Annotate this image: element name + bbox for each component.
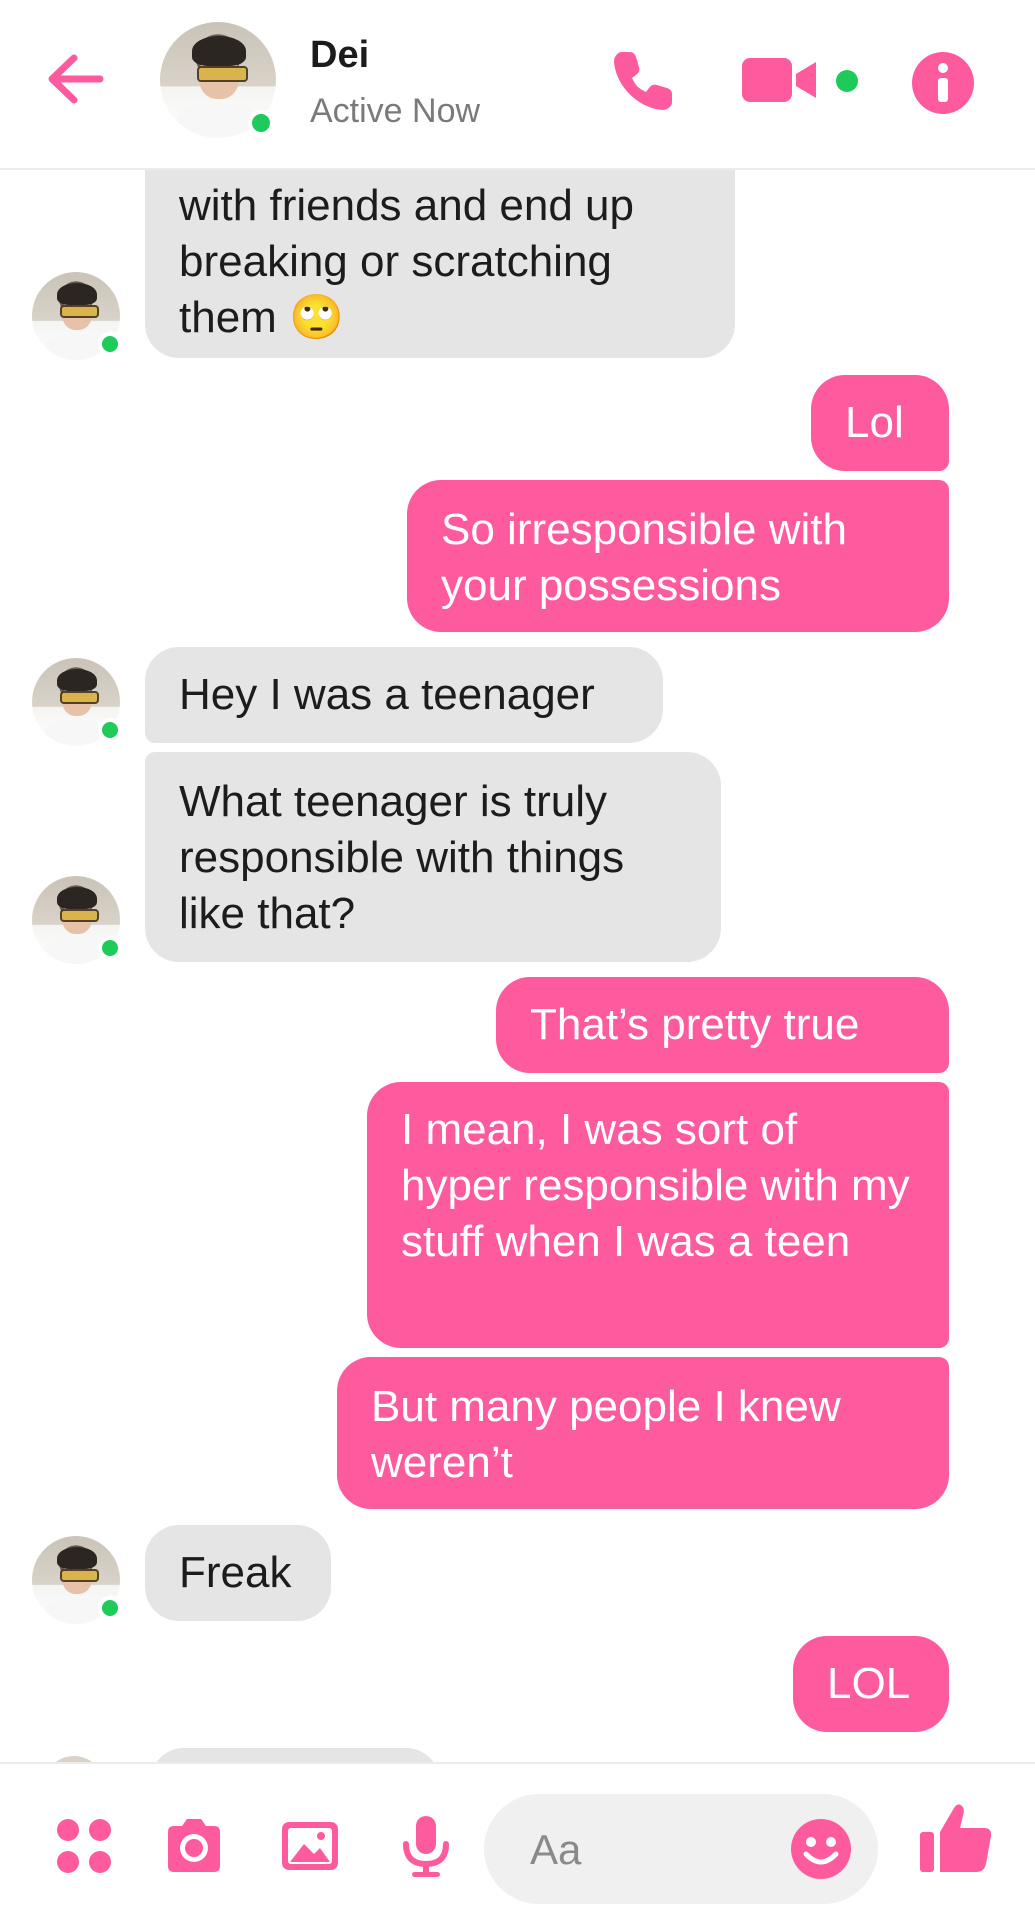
video-camera-icon[interactable] (742, 52, 818, 108)
video-active-dot (836, 70, 858, 92)
phone-icon[interactable] (608, 46, 678, 116)
incoming-message[interactable]: with friends and end up breaking or scra… (145, 140, 735, 358)
contact-avatar-small[interactable] (32, 272, 122, 360)
online-indicator (98, 718, 122, 742)
outgoing-message[interactable]: So irresponsible with your possessions (407, 480, 949, 632)
contact-name[interactable]: Dei (310, 34, 369, 77)
outgoing-message[interactable]: But many people I knew weren’t (337, 1357, 949, 1509)
incoming-message[interactable]: Hey I was a teenager (145, 647, 663, 743)
camera-icon[interactable] (162, 1814, 226, 1878)
four-dots-icon[interactable] (52, 1814, 116, 1878)
message-input[interactable] (528, 1820, 762, 1880)
incoming-message[interactable]: Freak (145, 1525, 331, 1621)
online-indicator (248, 110, 274, 136)
outgoing-message[interactable]: That’s pretty true (496, 977, 949, 1073)
message-input-container[interactable] (484, 1794, 878, 1904)
online-indicator (98, 332, 122, 356)
back-arrow-icon[interactable] (40, 44, 110, 114)
image-icon[interactable] (278, 1814, 342, 1878)
contact-avatar-small[interactable] (32, 1536, 122, 1624)
outgoing-message[interactable]: LOL (793, 1636, 949, 1732)
outgoing-message[interactable]: Lol (811, 375, 949, 471)
incoming-message[interactable]: What teenager is truly responsible with … (145, 752, 721, 962)
chat-header: Dei Active Now (0, 0, 1035, 170)
outgoing-message[interactable]: I mean, I was sort of hyper responsible … (367, 1082, 949, 1348)
smiley-icon[interactable] (790, 1818, 852, 1880)
contact-avatar-small[interactable] (32, 876, 122, 964)
contact-avatar-small[interactable] (32, 658, 122, 746)
online-indicator (98, 936, 122, 960)
contact-avatar[interactable] (160, 22, 276, 138)
active-status: Active Now (310, 92, 481, 130)
online-indicator (98, 1596, 122, 1620)
microphone-icon[interactable] (394, 1814, 458, 1878)
thumbs-up-icon[interactable] (918, 1800, 994, 1876)
info-icon[interactable] (910, 50, 976, 116)
composer-bar (0, 1762, 1035, 1922)
